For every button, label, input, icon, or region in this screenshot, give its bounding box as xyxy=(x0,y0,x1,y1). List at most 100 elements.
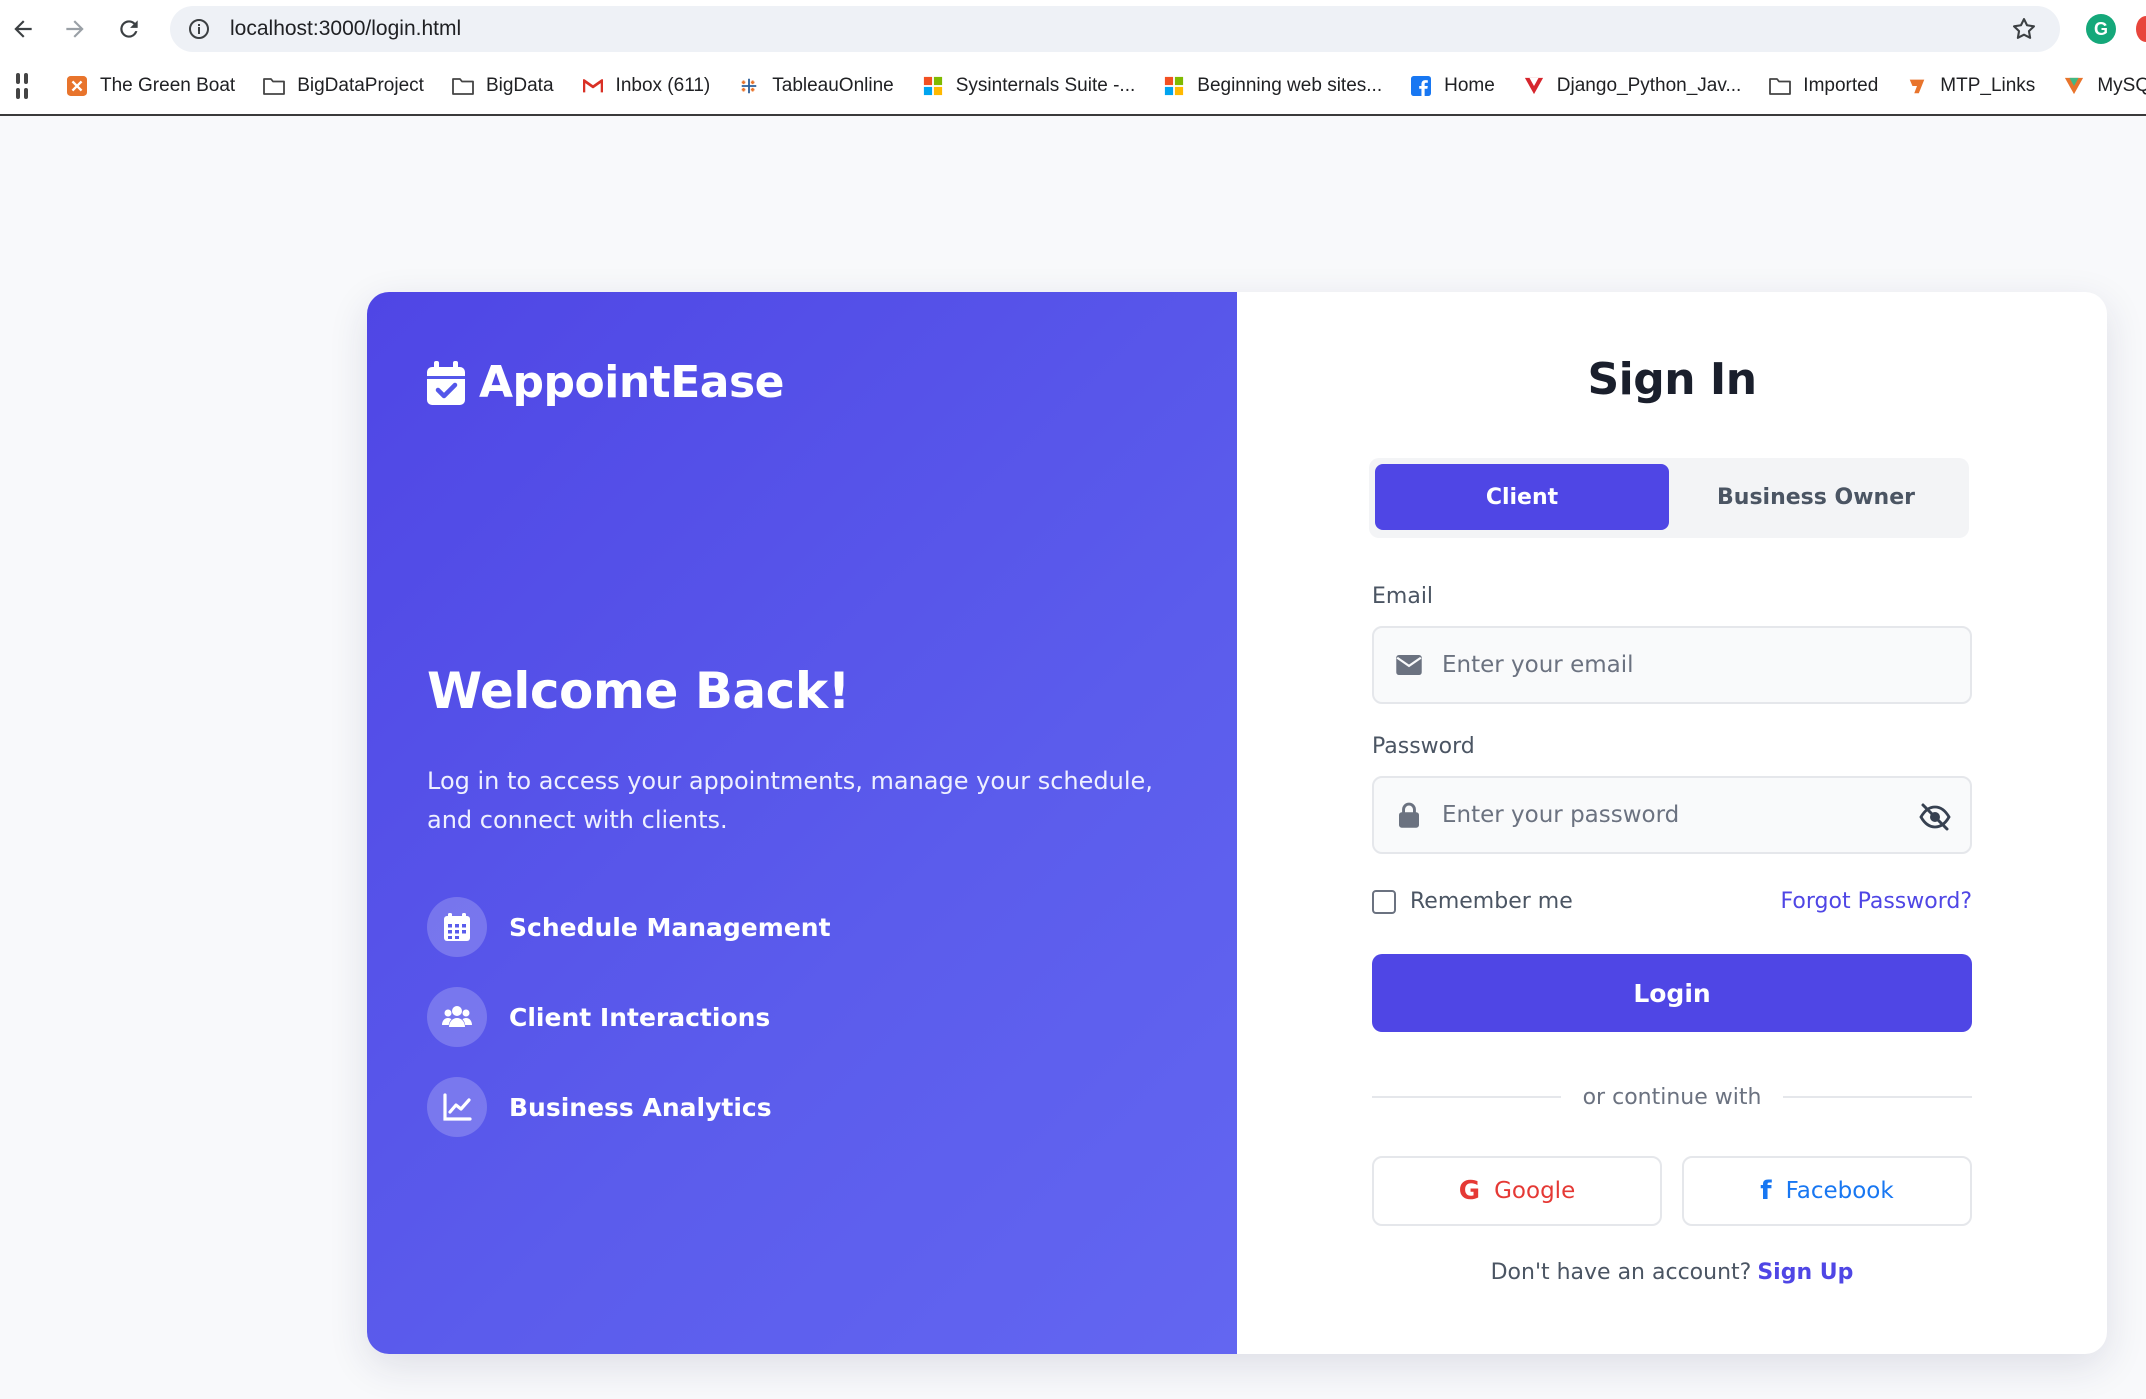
welcome-text: Log in to access your appointments, mana… xyxy=(427,767,1153,834)
bookmark-label: Home xyxy=(1444,75,1495,96)
google-icon: G xyxy=(1458,1176,1481,1206)
feature-schedule: Schedule Management xyxy=(427,897,831,957)
extension-icon[interactable] xyxy=(2136,16,2146,42)
bookmark-item[interactable]: BigDataProject xyxy=(263,75,424,97)
arrow-left-icon xyxy=(14,20,32,38)
password-field-wrapper xyxy=(1372,776,1972,854)
bookmark-label: Imported xyxy=(1803,75,1879,96)
google-login-button[interactable]: G Google xyxy=(1372,1156,1662,1226)
tableau-icon xyxy=(738,75,760,97)
brand-logo: AppointEase xyxy=(427,357,785,408)
bookmark-item[interactable]: Sysinternals Suite -... xyxy=(922,75,1136,97)
bookmark-item[interactable]: The Green Boat xyxy=(66,75,235,97)
role-client-button[interactable]: Client xyxy=(1375,464,1669,530)
chart-line-icon xyxy=(443,1093,472,1121)
vuejs-red-icon xyxy=(1523,75,1545,97)
bookmark-star-icon[interactable] xyxy=(2010,15,2038,43)
social-divider: or continue with xyxy=(1372,1082,1973,1112)
bookmark-item[interactable]: Inbox (611) xyxy=(582,75,711,97)
folder-icon xyxy=(452,75,474,97)
signup-link[interactable]: Sign Up xyxy=(1757,1260,1853,1285)
brand-name: AppointEase xyxy=(479,357,785,408)
bookmark-label: MySQL INNER JOIN xyxy=(2097,75,2146,96)
bookmark-label: Inbox (611) xyxy=(615,75,711,96)
password-input[interactable] xyxy=(1442,802,1882,828)
bookmark-item[interactable]: MySQL INNER JOIN xyxy=(2063,75,2146,97)
envelope-icon xyxy=(1394,650,1424,680)
bookmark-label: MTP_Links xyxy=(1940,75,2036,96)
feature-label: Business Analytics xyxy=(509,1092,772,1122)
bookmark-label: BigData xyxy=(485,75,554,96)
bookmark-label: Beginning web sites... xyxy=(1197,75,1383,96)
facebook-icon: f xyxy=(1760,1176,1772,1206)
browser-toolbar: localhost:3000/login.html G xyxy=(0,0,2146,58)
remember-label: Remember me xyxy=(1410,889,1573,914)
lock-icon xyxy=(1394,800,1424,830)
eye-slash-icon[interactable] xyxy=(1918,800,1952,834)
gmail-icon xyxy=(582,75,604,97)
login-button[interactable]: Login xyxy=(1372,954,1972,1032)
microsoft-icon xyxy=(922,75,944,97)
mtp-icon xyxy=(1906,75,1928,97)
bookmark-item[interactable]: BigData xyxy=(452,75,554,97)
bookmark-item[interactable]: TableauOnline xyxy=(738,75,894,97)
feature-icon-circle xyxy=(427,1077,487,1137)
address-bar[interactable]: localhost:3000/login.html xyxy=(170,6,2060,52)
role-toggle: Client Business Owner xyxy=(1369,458,1969,538)
calendar-grid-icon xyxy=(444,913,470,941)
forgot-password-link[interactable]: Forgot Password? xyxy=(1781,889,1972,914)
bookmark-label: The Green Boat xyxy=(100,75,236,96)
microsoft-icon xyxy=(1163,75,1185,97)
bookmark-item[interactable]: Imported xyxy=(1769,75,1878,97)
facebook-login-button[interactable]: f Facebook xyxy=(1682,1156,1972,1226)
signin-panel: Sign In Client Business Owner Email Pass… xyxy=(1237,292,2107,1354)
folder-icon xyxy=(1769,75,1792,97)
bookmark-item[interactable]: Django_Python_Jav... xyxy=(1523,75,1742,97)
folder-icon xyxy=(263,75,286,97)
grammarly-extension-icon[interactable]: G xyxy=(2086,14,2116,44)
role-business-owner-button[interactable]: Business Owner xyxy=(1669,464,1963,530)
divider-line xyxy=(1783,1096,1973,1098)
facebook-label: Facebook xyxy=(1785,1178,1894,1204)
divider-line xyxy=(1372,1096,1561,1098)
apps-grid-icon[interactable] xyxy=(16,73,28,99)
feature-label: Client Interactions xyxy=(509,1002,771,1032)
bookmark-label: Sysinternals Suite -... xyxy=(955,75,1136,96)
feature-icon-circle xyxy=(427,987,487,1047)
feature-clients: Client Interactions xyxy=(427,987,770,1047)
login-card: AppointEase Welcome Back! Log in to acce… xyxy=(367,292,2107,1354)
site-info-icon[interactable] xyxy=(186,16,212,42)
reload-button[interactable] xyxy=(112,12,146,46)
remember-checkbox[interactable] xyxy=(1372,889,1396,914)
signup-row: Don't have an account? Sign Up xyxy=(1237,1260,2107,1285)
bookmark-item[interactable]: Beginning web sites... xyxy=(1163,75,1382,97)
users-icon xyxy=(442,1006,472,1027)
calendar-check-icon xyxy=(427,360,465,405)
feature-label: Schedule Management xyxy=(509,912,831,942)
google-label: Google xyxy=(1494,1178,1576,1204)
email-label: Email xyxy=(1372,584,1434,609)
facebook-icon xyxy=(1410,75,1432,97)
remember-me: Remember me xyxy=(1372,889,1573,914)
feature-icon-circle xyxy=(427,897,487,957)
email-field-wrapper xyxy=(1372,626,1972,704)
password-label: Password xyxy=(1372,734,1475,759)
feature-analytics: Business Analytics xyxy=(427,1077,772,1137)
bookmark-label: Django_Python_Jav... xyxy=(1556,75,1742,96)
divider-text: or continue with xyxy=(1582,1084,1762,1110)
vuejs-multicolor-icon xyxy=(2063,75,2085,97)
bookmark-item[interactable]: Home xyxy=(1410,75,1495,97)
bookmark-label: TableauOnline xyxy=(772,75,894,96)
arrow-right-icon xyxy=(66,20,84,38)
reload-icon xyxy=(120,20,138,38)
signin-title: Sign In xyxy=(1587,354,1757,405)
bookmarks-bar: The Green Boat BigDataProject BigData Inbox… xyxy=(0,58,2146,116)
back-button[interactable] xyxy=(6,12,40,46)
forward-button[interactable] xyxy=(58,12,92,46)
xampp-icon xyxy=(66,75,88,97)
welcome-panel: AppointEase Welcome Back! Log in to acce… xyxy=(367,292,1237,1354)
url-text: localhost:3000/login.html xyxy=(230,17,462,40)
email-input[interactable] xyxy=(1442,652,1882,678)
bookmark-item[interactable]: MTP_Links xyxy=(1906,75,2035,97)
signup-prompt: Don't have an account? xyxy=(1490,1260,1752,1285)
